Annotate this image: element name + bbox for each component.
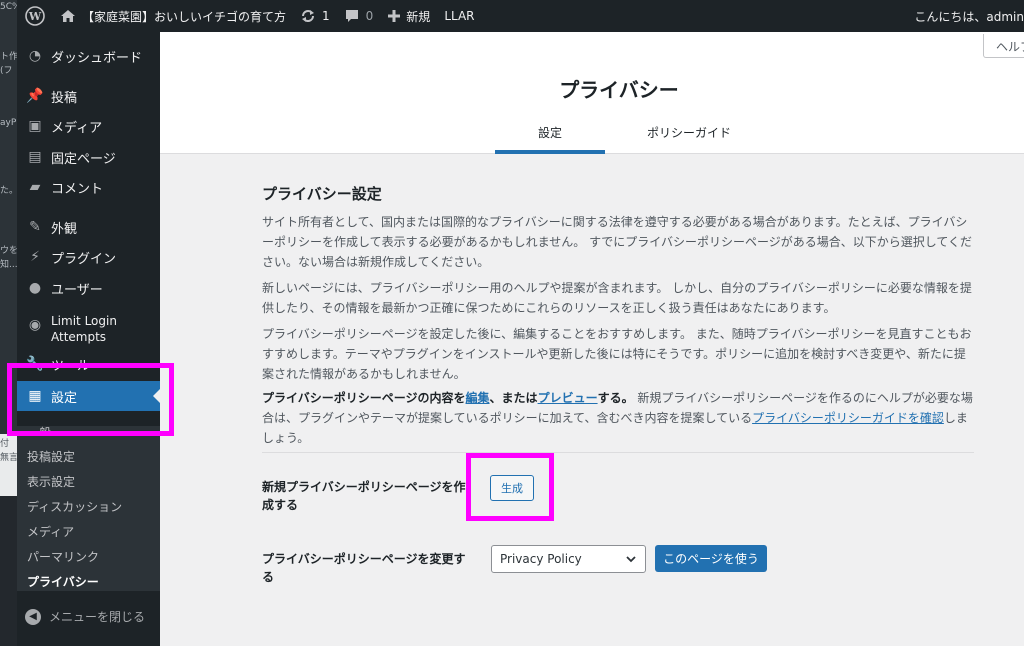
submenu-item-privacy[interactable]: プライバシー — [27, 573, 99, 590]
edit-mid-text: 、または — [489, 391, 538, 405]
media-icon: ▣ — [28, 118, 42, 134]
admin-bar: W 【家庭菜園】おいしいイチゴの育て方 1 0 新規 LLAR こんにちは、ad… — [17, 0, 1024, 32]
svg-text:W: W — [28, 10, 42, 23]
llar-label: LLAR — [444, 9, 475, 23]
admin-sidebar: ◔ ダッシュボード 📌 投稿 ▣ メディア ▤ 固定ページ ▰ コメント ✎ 外… — [17, 32, 160, 646]
sidebar-item-media[interactable]: ▣ メディア — [17, 111, 160, 141]
submenu-item-writing[interactable]: 投稿設定 — [27, 448, 75, 465]
collapse-menu-button[interactable]: ◀ メニューを閉じる — [25, 608, 145, 625]
background-window-strip: 5C% ト作 (フ ayP た。 ウを 知... 付 無言 — [0, 0, 17, 646]
tab-policy-guide[interactable]: ポリシーガイド — [647, 124, 731, 141]
submenu-item-discussion[interactable]: ディスカッション — [27, 498, 122, 515]
privacy-header: プライバシー 設定 ポリシーガイド — [160, 32, 1024, 154]
bleed-text: た。 — [0, 186, 17, 196]
bleed-text: 知... — [0, 260, 17, 270]
sidebar-item-comments[interactable]: ▰ コメント — [17, 172, 160, 202]
site-title: 【家庭菜園】おいしいイチゴの育て方 — [82, 9, 287, 24]
collapse-arrow-icon: ◀ — [25, 608, 41, 625]
bleed-text: ト作 — [0, 52, 17, 62]
limit-login-icon: ◉ — [28, 317, 42, 333]
create-page-label: 新規プライバシーポリシーページを作成する — [262, 480, 466, 512]
brush-icon: ✎ — [29, 219, 41, 235]
page-icon: ▤ — [28, 149, 42, 165]
guidance-paragraph: 新しいページには、プライバシーポリシー用のヘルプや提案が含まれます。 しかし、自… — [262, 281, 972, 315]
review-paragraph: プライバシーポリシーページを設定した後に、編集することをおすすめします。 また、… — [262, 327, 972, 381]
user-icon: ● — [28, 280, 42, 296]
edit-link[interactable]: 編集 — [466, 391, 490, 405]
edit-tail-text: する。 — [597, 391, 634, 405]
bleed-text: 付 — [0, 439, 10, 449]
comment-bubble-icon — [345, 10, 358, 22]
help-tab-button[interactable]: ヘルプ — [983, 34, 1024, 58]
sidebar-item-label: 固定ページ — [51, 151, 116, 167]
sidebar-item-label: メディア — [51, 120, 103, 136]
edit-paragraph: プライバシーポリシーページの内容を編集、またはプレビューする。 新規プライバシー… — [262, 388, 974, 448]
updates-link[interactable]: 1 — [293, 0, 337, 32]
policy-guide-link[interactable]: プライバシーポリシーガイドを確認 — [752, 411, 944, 425]
greeting-text: こんにちは、admin — [914, 9, 1024, 24]
main-content: プライバシー 設定 ポリシーガイド ヘルプ プライバシー設定 サイト所有者として… — [160, 32, 1024, 646]
submenu-item-permalink[interactable]: パーマリンク — [27, 548, 99, 565]
settings-highlight-box — [7, 363, 174, 436]
pin-icon: 📌 — [26, 88, 44, 104]
sidebar-item-dashboard[interactable]: ◔ ダッシュボード — [17, 41, 160, 71]
home-icon — [61, 10, 75, 22]
my-account-link[interactable]: こんにちは、admin — [914, 0, 1024, 32]
submenu-item-reading[interactable]: 表示設定 — [27, 473, 75, 490]
bleed-text: 5C% — [0, 2, 17, 12]
bleed-text: ayP — [0, 118, 17, 128]
sidebar-item-label: Attempts — [51, 330, 107, 344]
comments-count: 0 — [365, 9, 374, 23]
sidebar-item-label: ダッシュボード — [51, 50, 143, 66]
bleed-text: ウを — [0, 246, 17, 256]
policy-page-select[interactable]: Privacy Policy — [491, 545, 646, 573]
sidebar-item-label: コメント — [51, 181, 104, 197]
sidebar-item-posts[interactable]: 📌 投稿 — [17, 81, 160, 111]
section-title: プライバシー設定 — [262, 185, 382, 203]
sidebar-item-label: ユーザー — [51, 282, 103, 298]
llar-link[interactable]: LLAR — [437, 0, 481, 32]
submenu-item-media[interactable]: メディア — [27, 523, 74, 540]
sidebar-item-users[interactable]: ● ユーザー — [17, 273, 160, 303]
sidebar-item-label: プラグイン — [51, 251, 117, 267]
sidebar-item-pages[interactable]: ▤ 固定ページ — [17, 142, 160, 172]
updates-count: 1 — [322, 9, 330, 23]
bleed-text: (フ — [0, 66, 13, 76]
sidebar-item-label: Limit Login — [51, 314, 117, 328]
plus-icon — [388, 10, 401, 22]
wordpress-icon: W — [25, 6, 45, 26]
edit-lead-text: プライバシーポリシーページの内容を — [262, 391, 466, 405]
site-name-link[interactable]: 【家庭菜園】おいしいイチゴの育て方 — [53, 0, 293, 32]
active-tab-indicator — [495, 150, 605, 154]
bleed-light-panel: 付 無言 — [0, 434, 17, 496]
wordpress-logo-button[interactable]: W — [17, 0, 53, 32]
collapse-label: メニューを閉じる — [49, 610, 146, 624]
bleed-text: 無言 — [0, 453, 17, 463]
sidebar-item-label: 投稿 — [51, 90, 78, 106]
comments-link[interactable]: 0 — [337, 0, 381, 32]
create-button-highlight-box — [466, 453, 554, 521]
sidebar-item-limit-login[interactable]: ◉ Limit Login Attempts — [17, 310, 160, 350]
intro-paragraph: サイト所有者として、国内または国際的なプライバシーに関する法律を遵守する必要があ… — [262, 215, 973, 269]
tab-settings[interactable]: 設定 — [538, 124, 562, 141]
select-value: Privacy Policy — [500, 552, 582, 566]
settings-submenu: 一般 投稿設定 表示設定 ディスカッション メディア パーマリンク プライバシー — [17, 426, 160, 591]
page-title: プライバシー — [559, 78, 679, 102]
plugin-icon: ⚡ — [30, 249, 40, 265]
updates-icon — [302, 10, 315, 22]
sidebar-item-appearance[interactable]: ✎ 外観 — [17, 212, 160, 242]
section-divider — [262, 452, 974, 453]
new-label: 新規 — [406, 9, 431, 24]
chevron-down-icon — [626, 556, 636, 563]
use-this-page-button[interactable]: このページを使う — [655, 545, 767, 572]
new-content-link[interactable]: 新規 — [380, 0, 437, 32]
sidebar-item-label: 外観 — [51, 221, 78, 237]
sidebar-item-plugins[interactable]: ⚡ プラグイン — [17, 242, 160, 272]
bleed-dark-panel — [0, 496, 17, 646]
dashboard-icon: ◔ — [28, 48, 42, 64]
preview-link[interactable]: プレビュー — [538, 391, 598, 405]
change-page-label: プライバシーポリシーページを変更する — [262, 552, 466, 584]
comment-icon: ▰ — [29, 179, 41, 195]
